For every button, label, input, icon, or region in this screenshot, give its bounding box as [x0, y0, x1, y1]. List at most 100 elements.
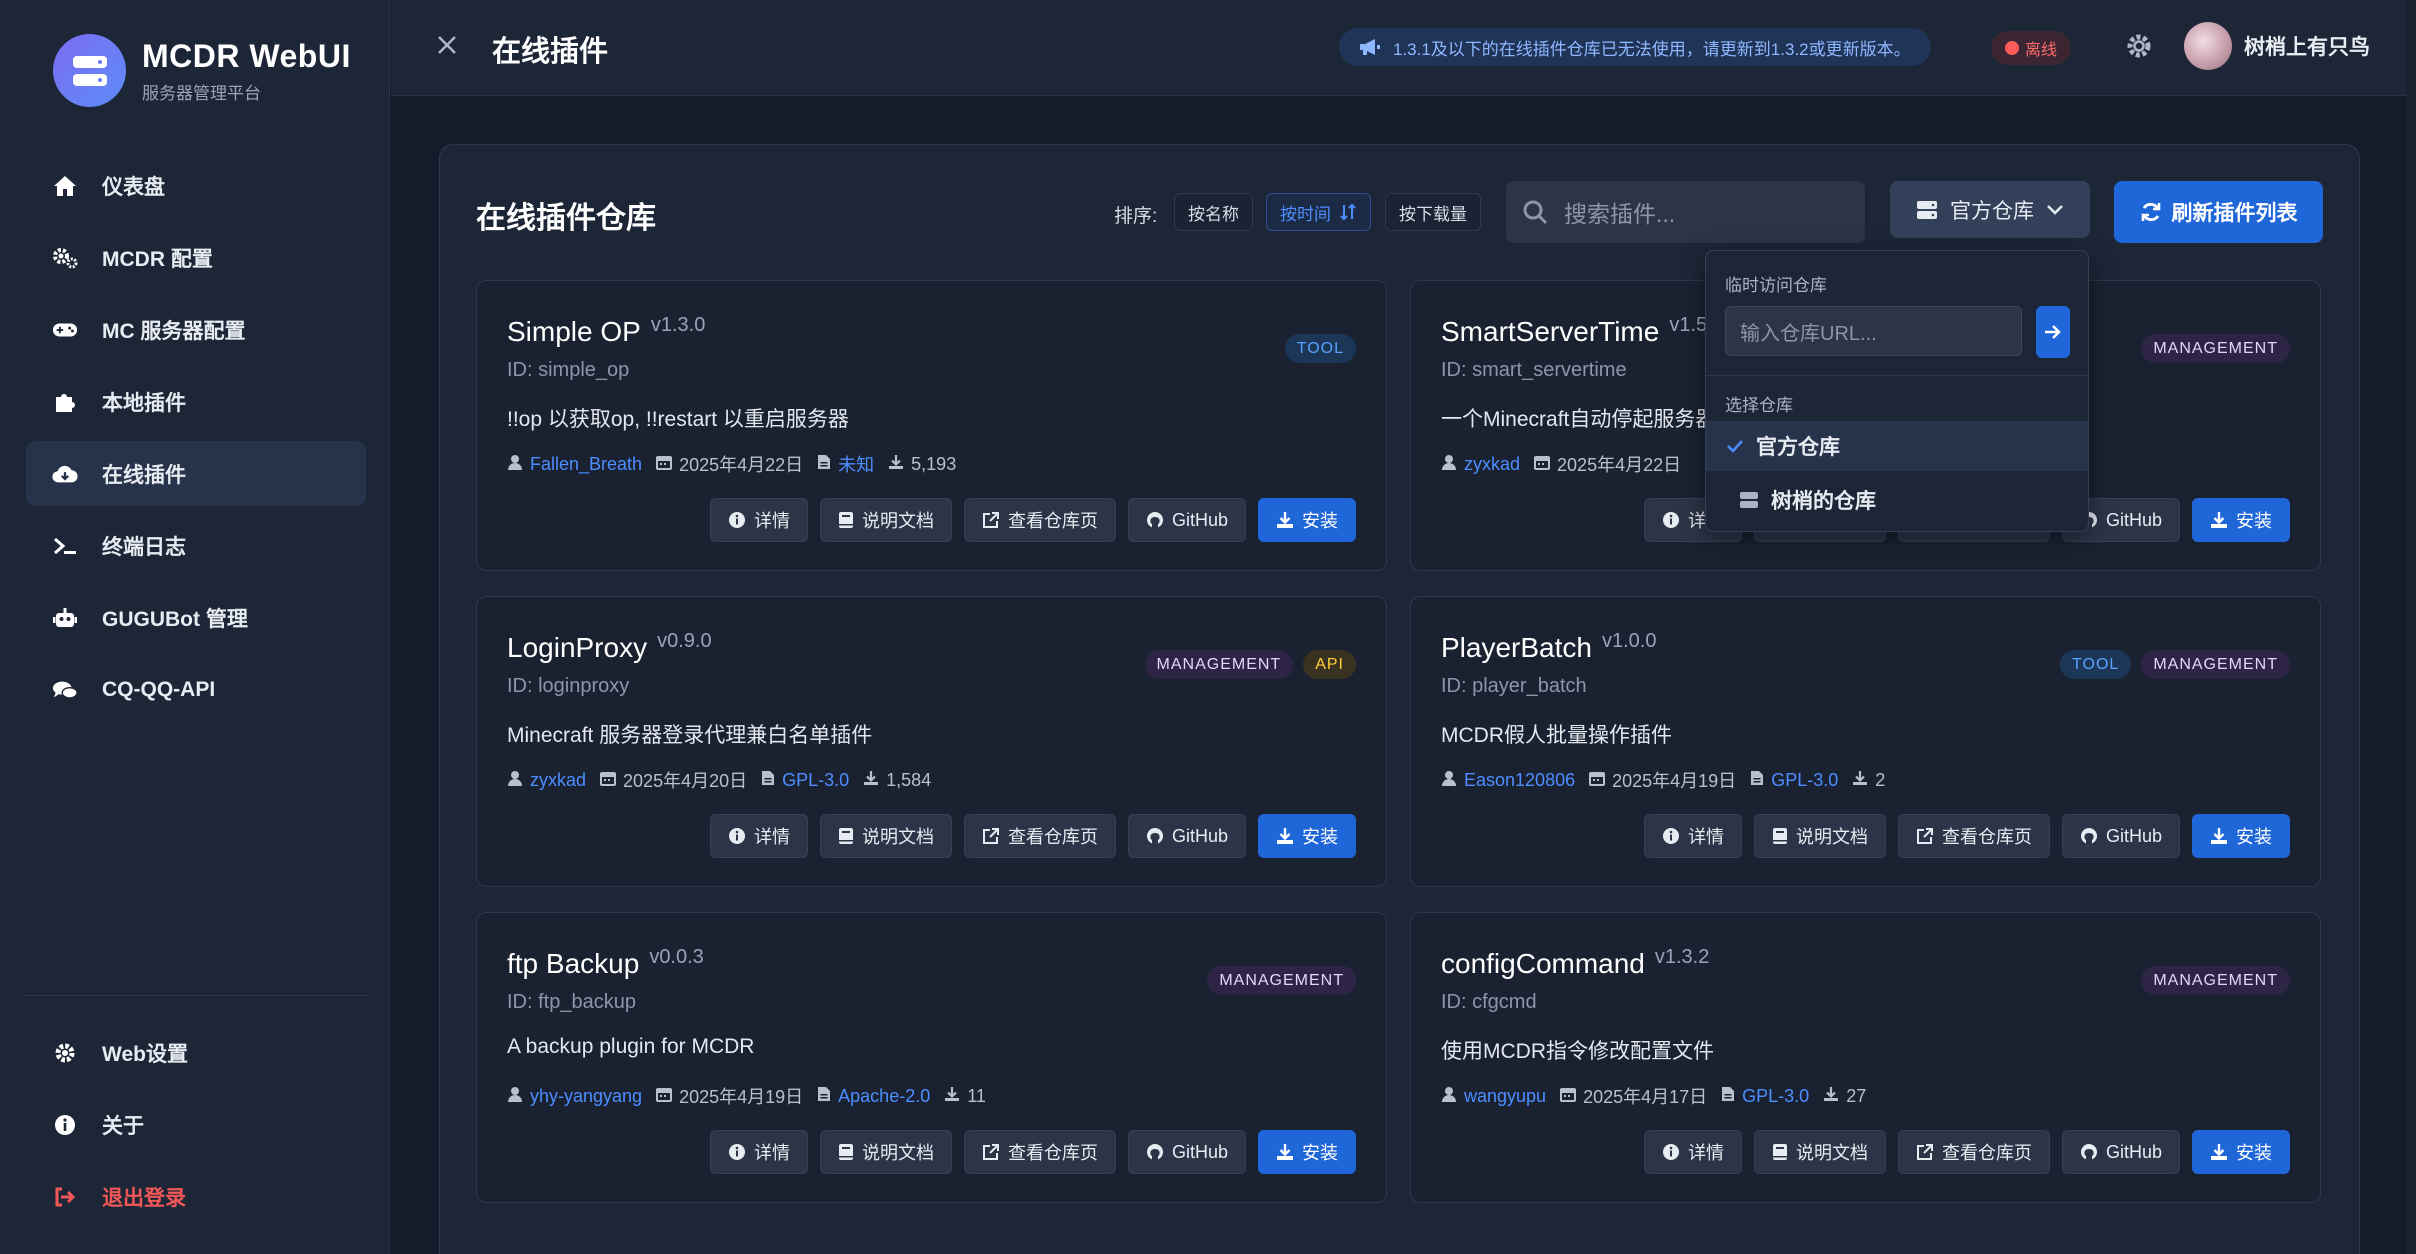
view-repo-button[interactable]: 查看仓库页 [1897, 1130, 2050, 1174]
license[interactable]: GPL-3.0 [1750, 770, 1838, 791]
plugin-card: ftp Backup v0.0.3 ID: ftp_backup A backup p… [476, 912, 1387, 1203]
view-repo-button[interactable]: 查看仓库页 [1897, 814, 2050, 858]
sidebar-item-dashboard[interactable]: 仪表盘 [26, 153, 366, 218]
license[interactable]: 未知 [817, 451, 874, 477]
install-button[interactable]: 安装 [1258, 498, 1356, 542]
sidebar-item-mcdr-config[interactable]: MCDR 配置 [26, 225, 366, 290]
user-icon [1441, 454, 1464, 475]
license[interactable]: GPL-3.0 [1721, 1086, 1809, 1107]
sidebar-item-terminal-log[interactable]: 终端日志 [26, 513, 366, 578]
sidebar-item-web-settings[interactable]: Web设置 [26, 1020, 366, 1085]
github-button[interactable]: GitHub [1127, 498, 1246, 542]
author[interactable]: zyxkad [1441, 454, 1520, 475]
user-icon [1441, 770, 1464, 791]
download-icon [2210, 1143, 2236, 1161]
details-button[interactable]: 详情 [1643, 1130, 1742, 1174]
status-text: 离线 [2025, 42, 2058, 59]
gear-icon [52, 1040, 78, 1066]
github-button[interactable]: GitHub [1127, 1130, 1246, 1174]
repo-url-go-button[interactable] [2036, 306, 2070, 358]
file-icon [761, 770, 782, 791]
sidebar-item-online-plugins[interactable]: 在线插件 [26, 441, 366, 506]
sidebar-item-gugubot[interactable]: GUGUBot 管理 [26, 585, 366, 650]
plugin-meta: Fallen_Breath 2025年4月22日 未知 5,193 [507, 451, 970, 477]
details-button[interactable]: 详情 [709, 498, 808, 542]
category-tag: API [1303, 650, 1356, 679]
docs-button[interactable]: 说明文档 [819, 814, 952, 858]
date: 2025年4月19日 [656, 1083, 803, 1109]
server-icon [1740, 492, 1758, 508]
repo-option-custom[interactable]: 树梢的仓库 [1706, 475, 2088, 525]
install-button[interactable]: 安装 [2192, 814, 2290, 858]
external-link-icon [1916, 1143, 1942, 1161]
install-button[interactable]: 安装 [2192, 1130, 2290, 1174]
github-button[interactable]: GitHub [2061, 1130, 2180, 1174]
sidebar-item-local-plugins[interactable]: 本地插件 [26, 369, 366, 434]
sidebar-bottom-nav: Web设置 关于 退出登录 [26, 1020, 366, 1236]
calendar-icon [1589, 770, 1612, 791]
repo-url-input[interactable]: 输入仓库URL... [1725, 306, 2022, 356]
page-scrollbar[interactable] [2406, 0, 2416, 1254]
plugin-name[interactable]: configCommand v1.3.2 [1441, 946, 1710, 980]
sort-by-downloads-button[interactable]: 按下载量 [1385, 193, 1481, 231]
license[interactable]: Apache-2.0 [817, 1086, 930, 1107]
docs-button[interactable]: 说明文档 [1753, 814, 1886, 858]
search-input[interactable]: 搜索插件... [1506, 181, 1865, 243]
plugin-tags: MANAGEMENT API [1135, 650, 1356, 679]
avatar [2184, 22, 2232, 70]
author[interactable]: wangyupu [1441, 1086, 1546, 1107]
plugin-meta: zyxkad 2025年4月22日 [1441, 451, 1695, 477]
sidebar-item-mc-server-config[interactable]: MC 服务器配置 [26, 297, 366, 362]
sidebar-item-cq-qq-api[interactable]: CQ-QQ-API [26, 657, 366, 722]
author[interactable]: Fallen_Breath [507, 454, 642, 475]
brand[interactable]: MCDR WebUI 服务器管理平台 [53, 34, 351, 107]
github-button[interactable]: GitHub [1127, 814, 1246, 858]
plugin-version: v1.3.2 [1654, 946, 1710, 968]
author[interactable]: yhy-yangyang [507, 1086, 642, 1107]
download-count: 1,584 [863, 770, 931, 791]
sidebar-item-logout[interactable]: 退出登录 [26, 1164, 366, 1229]
comments-icon [52, 677, 78, 703]
plugin-name[interactable]: ftp Backup v0.0.3 [507, 946, 704, 980]
status-badge: 离线 [1991, 31, 2072, 65]
author[interactable]: Eason120806 [1441, 770, 1575, 791]
view-repo-button[interactable]: 查看仓库页 [963, 498, 1116, 542]
view-repo-button[interactable]: 查看仓库页 [963, 814, 1116, 858]
plugin-meta: Eason120806 2025年4月19日 GPL-3.0 2 [1441, 767, 1899, 793]
settings-gear-icon[interactable] [2125, 32, 2153, 65]
github-button[interactable]: GitHub [2061, 814, 2180, 858]
sidebar-nav: 仪表盘 MCDR 配置 MC 服务器配置 本地插件 在线插件 终端日志 GUGU… [26, 153, 366, 729]
details-button[interactable]: 详情 [1643, 814, 1742, 858]
docs-button[interactable]: 说明文档 [819, 1130, 952, 1174]
repo-dropdown-menu: 临时访问仓库 输入仓库URL... 选择仓库 官方仓库 树梢的仓库 [1705, 250, 2089, 532]
offline-dot-icon [2005, 41, 2019, 55]
sort-by-time-button[interactable]: 按时间 [1266, 193, 1371, 231]
refresh-plugin-list-button[interactable]: 刷新插件列表 [2114, 181, 2323, 243]
install-button[interactable]: 安装 [1258, 1130, 1356, 1174]
plugin-meta: zyxkad 2025年4月20日 GPL-3.0 1,584 [507, 767, 945, 793]
user-menu[interactable]: 树梢上有只鸟 [2184, 22, 2370, 70]
details-button[interactable]: 详情 [709, 1130, 808, 1174]
install-button[interactable]: 安装 [1258, 814, 1356, 858]
install-button[interactable]: 安装 [2192, 498, 2290, 542]
docs-button[interactable]: 说明文档 [819, 498, 952, 542]
github-icon [2080, 827, 2106, 845]
author[interactable]: zyxkad [507, 770, 586, 791]
docs-button[interactable]: 说明文档 [1753, 1130, 1886, 1174]
plugin-name[interactable]: LoginProxy v0.9.0 [507, 630, 712, 664]
details-button[interactable]: 详情 [709, 814, 808, 858]
sidebar-item-about[interactable]: 关于 [26, 1092, 366, 1157]
sidebar-item-label: MCDR 配置 [102, 247, 213, 271]
sort-by-name-button[interactable]: 按名称 [1174, 193, 1253, 231]
file-icon [817, 1086, 838, 1107]
username: 树梢上有只鸟 [2244, 36, 2370, 59]
plugin-name[interactable]: SmartServerTime v1.5 [1441, 314, 1707, 348]
external-link-icon [1916, 827, 1942, 845]
plugin-name[interactable]: PlayerBatch v1.0.0 [1441, 630, 1656, 664]
license[interactable]: GPL-3.0 [761, 770, 849, 791]
view-repo-button[interactable]: 查看仓库页 [963, 1130, 1116, 1174]
repo-option-official[interactable]: 官方仓库 [1706, 421, 2088, 471]
plugin-name[interactable]: Simple OP v1.3.0 [507, 314, 705, 348]
repo-select-button[interactable]: 官方仓库 [1890, 181, 2090, 238]
close-icon[interactable] [436, 33, 464, 61]
